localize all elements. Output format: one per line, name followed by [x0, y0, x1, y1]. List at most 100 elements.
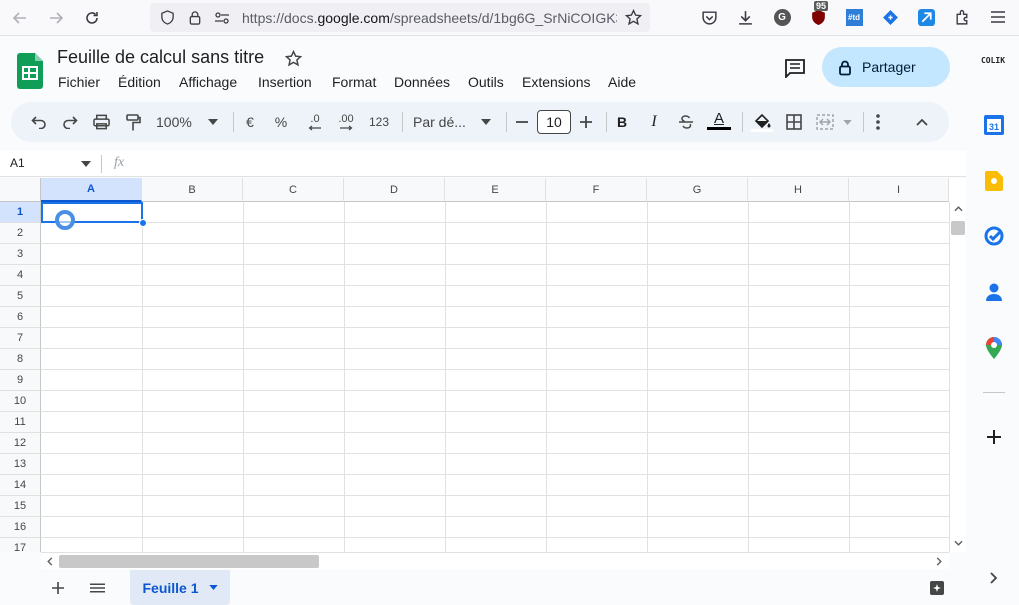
row-header[interactable]: 6: [0, 307, 41, 328]
row-header[interactable]: 14: [0, 475, 41, 496]
permissions-icon[interactable]: [214, 11, 230, 25]
tasks-button[interactable]: [983, 225, 1005, 247]
scroll-up-icon[interactable]: [954, 206, 963, 212]
spreadsheet-grid[interactable]: ABCDEFGHI 1 2 3 4 5 6 7 8 9 10 11 12 13 14 15 16 17: [0, 178, 966, 552]
scroll-left-icon[interactable]: [47, 557, 53, 566]
ublock-button[interactable]: 95: [809, 1, 829, 26]
app-menu-button[interactable]: [989, 8, 1007, 26]
explore-icon[interactable]: [930, 581, 944, 595]
column-header[interactable]: G: [647, 178, 748, 202]
add-sheet-icon[interactable]: [52, 582, 64, 594]
back-button[interactable]: [8, 6, 32, 30]
extension-g-button[interactable]: G: [773, 8, 791, 26]
column-header[interactable]: A: [41, 178, 142, 202]
bookmark-star-icon[interactable]: [625, 9, 642, 26]
sheet-tab-dropdown-icon[interactable]: [208, 585, 218, 590]
menu-extensions[interactable]: Extensions: [522, 74, 590, 90]
font-select[interactable]: Par dé...: [413, 110, 491, 134]
extension-arrow-button[interactable]: [917, 8, 935, 26]
column-header[interactable]: B: [142, 178, 243, 202]
name-box-dropdown-icon[interactable]: [81, 161, 91, 167]
comments-icon[interactable]: [784, 58, 806, 78]
menu-affichage[interactable]: Affichage: [179, 74, 237, 90]
row-header[interactable]: 7: [0, 328, 41, 349]
select-all-corner[interactable]: [0, 178, 41, 202]
row-header[interactable]: 12: [0, 433, 41, 454]
menu-outils[interactable]: Outils: [468, 74, 504, 90]
more-formats-button[interactable]: 123: [367, 110, 391, 134]
fill-color-button[interactable]: [751, 110, 773, 134]
merge-cells-button[interactable]: [816, 110, 852, 134]
document-title[interactable]: Feuille de calcul sans titre: [57, 47, 264, 68]
pocket-button[interactable]: [700, 8, 718, 26]
paint-format-button[interactable]: [122, 110, 144, 134]
bold-button[interactable]: B: [613, 110, 631, 134]
shield-icon[interactable]: [160, 10, 175, 25]
column-header[interactable]: H: [748, 178, 849, 202]
zoom-select[interactable]: 100%: [156, 110, 218, 134]
downloads-button[interactable]: [736, 8, 754, 26]
scroll-right-icon[interactable]: [936, 557, 942, 566]
row-header[interactable]: 11: [0, 412, 41, 433]
percent-format-button[interactable]: %: [273, 110, 289, 134]
horizontal-scrollbar[interactable]: [41, 552, 949, 569]
get-addons-button[interactable]: [983, 426, 1005, 448]
collapse-menus-button[interactable]: [912, 110, 932, 134]
undo-button[interactable]: [28, 110, 50, 134]
row-header[interactable]: 10: [0, 391, 41, 412]
italic-button[interactable]: I: [645, 110, 663, 134]
forward-button[interactable]: [44, 6, 68, 30]
lock-icon[interactable]: [188, 10, 202, 25]
maps-button[interactable]: [983, 337, 1005, 359]
row-header[interactable]: 4: [0, 265, 41, 286]
column-header[interactable]: D: [344, 178, 445, 202]
extensions-menu-button[interactable]: [953, 8, 971, 26]
column-header[interactable]: I: [849, 178, 949, 202]
decrease-decimals-button[interactable]: .0: [303, 110, 327, 134]
column-header[interactable]: E: [445, 178, 546, 202]
column-header[interactable]: F: [546, 178, 647, 202]
hide-side-panel-button[interactable]: [983, 567, 1005, 589]
vertical-scroll-thumb[interactable]: [951, 221, 965, 235]
borders-button[interactable]: [784, 110, 804, 134]
row-header[interactable]: 13: [0, 454, 41, 475]
row-header[interactable]: 5: [0, 286, 41, 307]
extension-diamond-button[interactable]: [881, 8, 899, 26]
column-header[interactable]: C: [243, 178, 344, 202]
formula-input[interactable]: [140, 155, 940, 173]
reload-button[interactable]: [80, 6, 104, 30]
currency-format-button[interactable]: €: [242, 110, 258, 134]
vertical-scrollbar[interactable]: [949, 202, 966, 552]
menu-format[interactable]: Format: [332, 74, 376, 90]
menu-insertion[interactable]: Insertion: [258, 74, 312, 90]
row-header[interactable]: 1: [0, 202, 41, 223]
menu-donnees[interactable]: Données: [394, 74, 450, 90]
star-icon[interactable]: [285, 50, 302, 67]
all-sheets-icon[interactable]: [90, 583, 105, 593]
horizontal-scroll-thumb[interactable]: [59, 555, 319, 568]
decrease-font-size-button[interactable]: [513, 110, 531, 134]
sheets-logo-icon[interactable]: [17, 53, 43, 89]
calendar-button[interactable]: 31: [983, 114, 1005, 136]
row-header[interactable]: 8: [0, 349, 41, 370]
sheet-tab[interactable]: Feuille 1: [130, 570, 230, 605]
row-header[interactable]: 17: [0, 538, 41, 552]
font-size-input[interactable]: 10: [537, 110, 571, 134]
redo-button[interactable]: [59, 110, 81, 134]
row-header[interactable]: 3: [0, 244, 41, 265]
menu-aide[interactable]: Aide: [608, 74, 636, 90]
more-options-button[interactable]: [869, 110, 887, 134]
row-header[interactable]: 9: [0, 370, 41, 391]
contacts-button[interactable]: [983, 281, 1005, 303]
increase-font-size-button[interactable]: [577, 110, 595, 134]
print-button[interactable]: [90, 110, 112, 134]
extension-td-button[interactable]: #td: [845, 8, 863, 26]
menu-fichier[interactable]: Fichier: [58, 74, 100, 90]
scroll-down-icon[interactable]: [954, 540, 963, 546]
share-button[interactable]: Partager: [822, 47, 950, 87]
row-header[interactable]: 2: [0, 223, 41, 244]
extension-logo-icon[interactable]: COLIK: [974, 56, 1012, 65]
keep-button[interactable]: [983, 170, 1005, 192]
row-header[interactable]: 16: [0, 517, 41, 538]
text-color-button[interactable]: A: [707, 110, 731, 134]
